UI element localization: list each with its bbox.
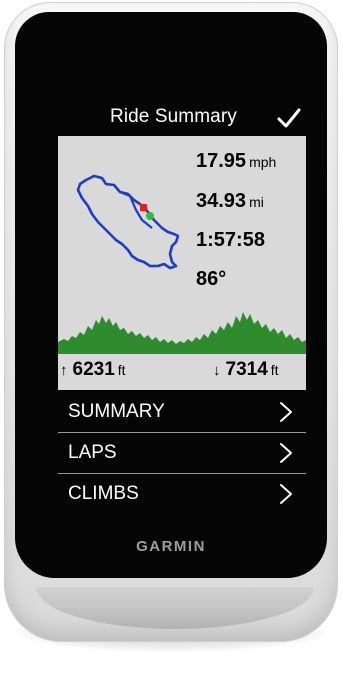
time-stat: 1:57:58 bbox=[196, 229, 265, 252]
menu-item-climbs[interactable]: CLIMBS bbox=[58, 474, 306, 514]
touch-screen: Ride Summary 17.95 mph 34.93 mi 1:57:58 86… bbox=[58, 100, 306, 520]
descent-value: 7314 bbox=[225, 359, 268, 380]
total-descent: ↓ 7314 ft bbox=[213, 359, 279, 381]
elevation-profile bbox=[58, 312, 306, 354]
descent-arrow-icon: ↓ bbox=[213, 362, 221, 379]
chevron-right-icon bbox=[280, 402, 292, 422]
menu-item-summary[interactable]: SUMMARY bbox=[58, 392, 306, 433]
distance-unit: mi bbox=[249, 194, 264, 210]
temperature-stat: 86° bbox=[196, 268, 226, 291]
chevron-right-icon bbox=[280, 484, 292, 504]
temperature-value: 86° bbox=[196, 268, 227, 290]
device-bottom-edge bbox=[36, 587, 314, 629]
menu-item-label: CLIMBS bbox=[68, 483, 139, 504]
checkmark-icon[interactable] bbox=[276, 106, 302, 130]
brand-logo: GARMIN bbox=[136, 538, 206, 555]
ride-data-panel: 17.95 mph 34.93 mi 1:57:58 86° ↑ 6231 ft ↓ 73… bbox=[58, 136, 306, 390]
device-stage: Ride Summary 17.95 mph 34.93 mi 1:57:58 86… bbox=[0, 0, 343, 675]
route-line bbox=[76, 174, 180, 270]
ascent-unit: ft bbox=[117, 362, 126, 378]
total-ascent: ↑ 6231 ft bbox=[60, 359, 126, 381]
descent-unit: ft bbox=[270, 362, 279, 378]
ascent-value: 6231 bbox=[72, 359, 115, 380]
time-value: 1:57:58 bbox=[196, 229, 265, 251]
distance-stat: 34.93 mi bbox=[196, 190, 264, 213]
speed-value: 17.95 bbox=[196, 150, 247, 172]
route-map[interactable] bbox=[68, 170, 188, 270]
title-bar: Ride Summary bbox=[58, 100, 306, 135]
elevation-fill bbox=[58, 312, 306, 354]
menu-item-label: LAPS bbox=[68, 442, 117, 463]
speed-unit: mph bbox=[249, 154, 277, 170]
distance-value: 34.93 bbox=[196, 190, 247, 212]
page-title: Ride Summary bbox=[110, 106, 237, 127]
start-marker bbox=[140, 204, 147, 211]
end-marker bbox=[146, 212, 154, 220]
chevron-right-icon bbox=[280, 443, 292, 463]
summary-menu: SUMMARY LAPS CLIMBS bbox=[58, 392, 306, 514]
speed-stat: 17.95 mph bbox=[196, 150, 276, 173]
menu-item-laps[interactable]: LAPS bbox=[58, 433, 306, 474]
menu-item-label: SUMMARY bbox=[68, 401, 165, 422]
ascent-arrow-icon: ↑ bbox=[60, 362, 68, 379]
